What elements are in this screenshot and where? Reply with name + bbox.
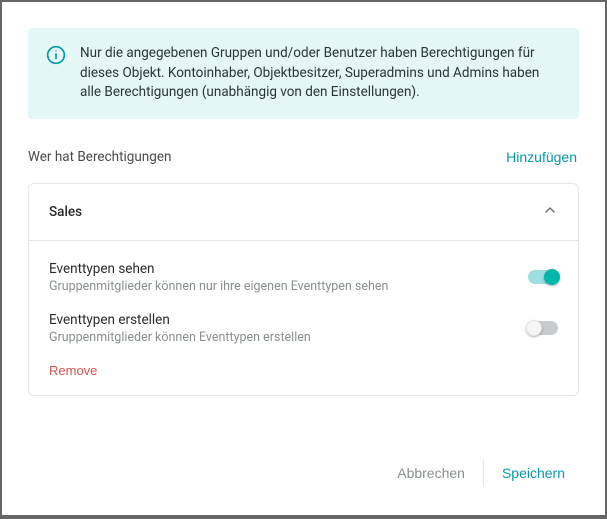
- toggle-knob: [526, 320, 542, 336]
- toggle-create-eventtypes[interactable]: [528, 321, 558, 335]
- toggle-knob: [544, 269, 560, 285]
- info-text: Nur die angegebenen Gruppen und/oder Ben…: [80, 44, 561, 103]
- permission-text: Eventtypen sehen Gruppenmitglieder könne…: [49, 261, 388, 294]
- permissions-dialog: Nur die angegebenen Gruppen und/oder Ben…: [2, 2, 605, 515]
- dialog-footer: Abbrechen Speichern: [28, 457, 579, 489]
- permission-desc: Gruppenmitglieder können Eventtypen erst…: [49, 330, 311, 345]
- cancel-button[interactable]: Abbrechen: [381, 457, 481, 489]
- permission-row: Eventtypen sehen Gruppenmitglieder könne…: [49, 261, 558, 294]
- permission-desc: Gruppenmitglieder können nur ihre eigene…: [49, 279, 388, 294]
- group-name: Sales: [49, 204, 82, 220]
- section-title: Wer hat Berechtigungen: [28, 149, 171, 165]
- permission-label: Eventtypen sehen: [49, 261, 388, 277]
- info-banner: Nur die angegebenen Gruppen und/oder Ben…: [28, 28, 579, 119]
- group-panel-body: Eventtypen sehen Gruppenmitglieder könne…: [29, 240, 578, 395]
- save-button[interactable]: Speichern: [486, 457, 579, 489]
- section-header: Wer hat Berechtigungen Hinzufügen: [28, 145, 579, 169]
- permission-row: Eventtypen erstellen Gruppenmitglieder k…: [49, 312, 558, 345]
- chevron-up-icon: [542, 202, 558, 222]
- remove-group-button[interactable]: Remove: [49, 363, 97, 378]
- add-button[interactable]: Hinzufügen: [504, 145, 579, 169]
- permission-text: Eventtypen erstellen Gruppenmitglieder k…: [49, 312, 311, 345]
- permission-label: Eventtypen erstellen: [49, 312, 311, 328]
- info-icon: [46, 45, 66, 69]
- group-panel: Sales Eventtypen sehen Gruppenmitglieder…: [28, 183, 579, 396]
- divider: [483, 460, 484, 486]
- group-panel-header[interactable]: Sales: [29, 184, 578, 240]
- toggle-view-eventtypes[interactable]: [528, 270, 558, 284]
